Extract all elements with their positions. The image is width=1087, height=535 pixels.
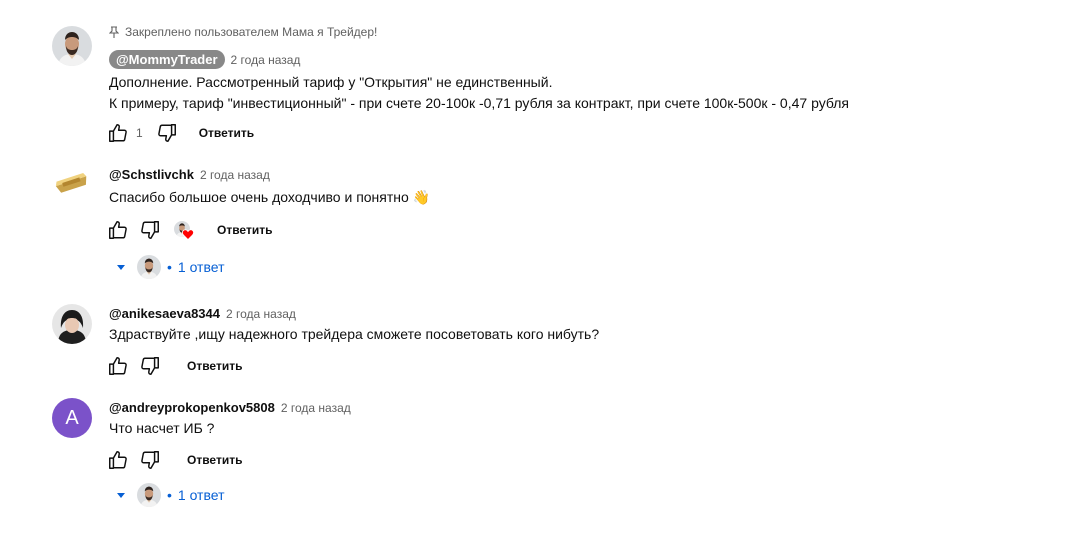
reply-author-avatar bbox=[137, 255, 161, 279]
reply-button[interactable]: Ответить bbox=[199, 126, 254, 140]
comment-header: @anikesaeva8344 2 года назад bbox=[109, 306, 296, 321]
person-avatar-icon bbox=[137, 255, 161, 279]
thumb-up-icon bbox=[107, 122, 129, 144]
comment-text-line: К примеру, тариф "инвестиционный" - при … bbox=[109, 95, 849, 111]
avatar-letter: A bbox=[65, 406, 79, 429]
like-button[interactable] bbox=[106, 218, 130, 242]
thumb-down-icon bbox=[156, 122, 178, 144]
thumb-up-icon bbox=[107, 219, 129, 241]
dislike-button[interactable] bbox=[155, 121, 179, 145]
comment-actions: Ответить bbox=[106, 354, 242, 378]
comment-header: @andreyprokopenkov5808 2 года назад bbox=[109, 400, 351, 415]
thumb-up-icon bbox=[107, 355, 129, 377]
view-replies-button[interactable]: • 1 ответ bbox=[115, 255, 225, 279]
comment-time[interactable]: 2 года назад bbox=[200, 168, 270, 182]
comment-text: Что насчет ИБ ? bbox=[109, 420, 215, 436]
dislike-button[interactable] bbox=[138, 448, 162, 472]
avatar[interactable] bbox=[52, 26, 92, 66]
dislike-button[interactable] bbox=[138, 218, 162, 242]
person-avatar-icon bbox=[137, 483, 161, 507]
pinned-label: Закреплено пользователем Мама я Трейдер! bbox=[109, 25, 377, 39]
like-button[interactable] bbox=[106, 121, 130, 145]
comment-time[interactable]: 2 года назад bbox=[231, 53, 301, 67]
replies-count-label: 1 ответ bbox=[177, 487, 225, 503]
pinned-text: Закреплено пользователем Мама я Трейдер! bbox=[125, 25, 378, 39]
replies-count-label: 1 ответ bbox=[177, 259, 225, 275]
avatar[interactable] bbox=[52, 304, 92, 344]
view-replies-button[interactable]: • 1 ответ bbox=[115, 483, 225, 507]
creator-heart-badge bbox=[174, 219, 196, 241]
thumb-up-icon bbox=[107, 449, 129, 471]
gold-bar-avatar-icon bbox=[52, 164, 92, 204]
author-name[interactable]: @MommyTrader bbox=[109, 50, 225, 69]
avatar[interactable] bbox=[52, 164, 92, 204]
dislike-button[interactable] bbox=[138, 354, 162, 378]
author-name[interactable]: @andreyprokopenkov5808 bbox=[109, 400, 275, 415]
pin-icon bbox=[109, 26, 119, 38]
comment-time[interactable]: 2 года назад bbox=[226, 307, 296, 321]
thumb-down-icon bbox=[139, 355, 161, 377]
comment-actions: Ответить bbox=[106, 448, 242, 472]
author-name[interactable]: @Schstlivchk bbox=[109, 167, 194, 182]
caret-down-icon bbox=[117, 265, 125, 270]
reply-button[interactable]: Ответить bbox=[187, 453, 242, 467]
reply-author-avatar bbox=[137, 483, 161, 507]
like-button[interactable] bbox=[106, 354, 130, 378]
reply-button[interactable]: Ответить bbox=[217, 223, 272, 237]
like-count: 1 bbox=[136, 126, 143, 140]
caret-down-icon bbox=[117, 493, 125, 498]
comment-header: @Schstlivchk 2 года назад bbox=[109, 167, 270, 182]
reply-button[interactable]: Ответить bbox=[187, 359, 242, 373]
comment-actions: 1 Ответить bbox=[106, 121, 254, 145]
comment-header: @MommyTrader 2 года назад bbox=[109, 50, 300, 69]
person-avatar-icon bbox=[52, 304, 92, 344]
comment-text: Дополнение. Рассмотренный тариф у "Откры… bbox=[109, 72, 849, 114]
thumb-down-icon bbox=[139, 219, 161, 241]
heart-icon bbox=[182, 229, 194, 240]
person-avatar-icon bbox=[52, 26, 92, 66]
comment-time[interactable]: 2 года назад bbox=[281, 401, 351, 415]
comment-text: Здраствуйте ,ищу надежного трейдера смож… bbox=[109, 326, 600, 342]
thumb-down-icon bbox=[139, 449, 161, 471]
author-name[interactable]: @anikesaeva8344 bbox=[109, 306, 220, 321]
comment-text: Спасибо большое очень доходчиво и понятн… bbox=[109, 187, 430, 208]
comment-text-line: Дополнение. Рассмотренный тариф у "Откры… bbox=[109, 74, 553, 90]
avatar[interactable]: A bbox=[52, 398, 92, 438]
like-button[interactable] bbox=[106, 448, 130, 472]
wave-emoji-icon: 👋 bbox=[412, 189, 431, 205]
comment-text-content: Спасибо большое очень доходчиво и понятн… bbox=[109, 189, 409, 205]
comment-actions: Ответить bbox=[106, 218, 272, 242]
